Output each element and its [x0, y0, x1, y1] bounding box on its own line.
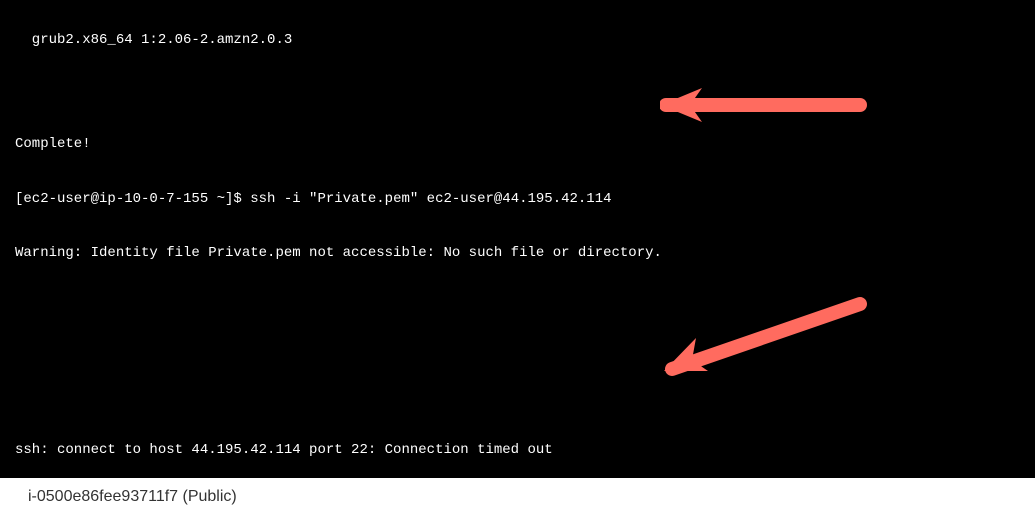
terminal-line: Complete!: [15, 135, 1020, 153]
terminal-window[interactable]: grub2.x86_64 1:2.06-2.amzn2.0.3 Complete…: [0, 0, 1035, 478]
terminal-line: grub2.x86_64 1:2.06-2.amzn2.0.3: [15, 31, 1020, 49]
terminal-line: Warning: Identity file Private.pem not a…: [15, 244, 1020, 262]
ssh-command: ssh -i "Private.pem" ec2-user@44.195.42.…: [250, 191, 611, 207]
instance-id-label: i-0500e86fee93711f7 (Public): [28, 488, 237, 505]
terminal-line: [ec2-user@ip-10-0-7-155 ~]$ ssh -i "Priv…: [15, 190, 1020, 208]
status-bar: i-0500e86fee93711f7 (Public): [0, 478, 1035, 514]
prompt: [ec2-user@ip-10-0-7-155 ~]$: [15, 191, 250, 207]
terminal-line: ssh: connect to host 44.195.42.114 port …: [15, 441, 1020, 459]
